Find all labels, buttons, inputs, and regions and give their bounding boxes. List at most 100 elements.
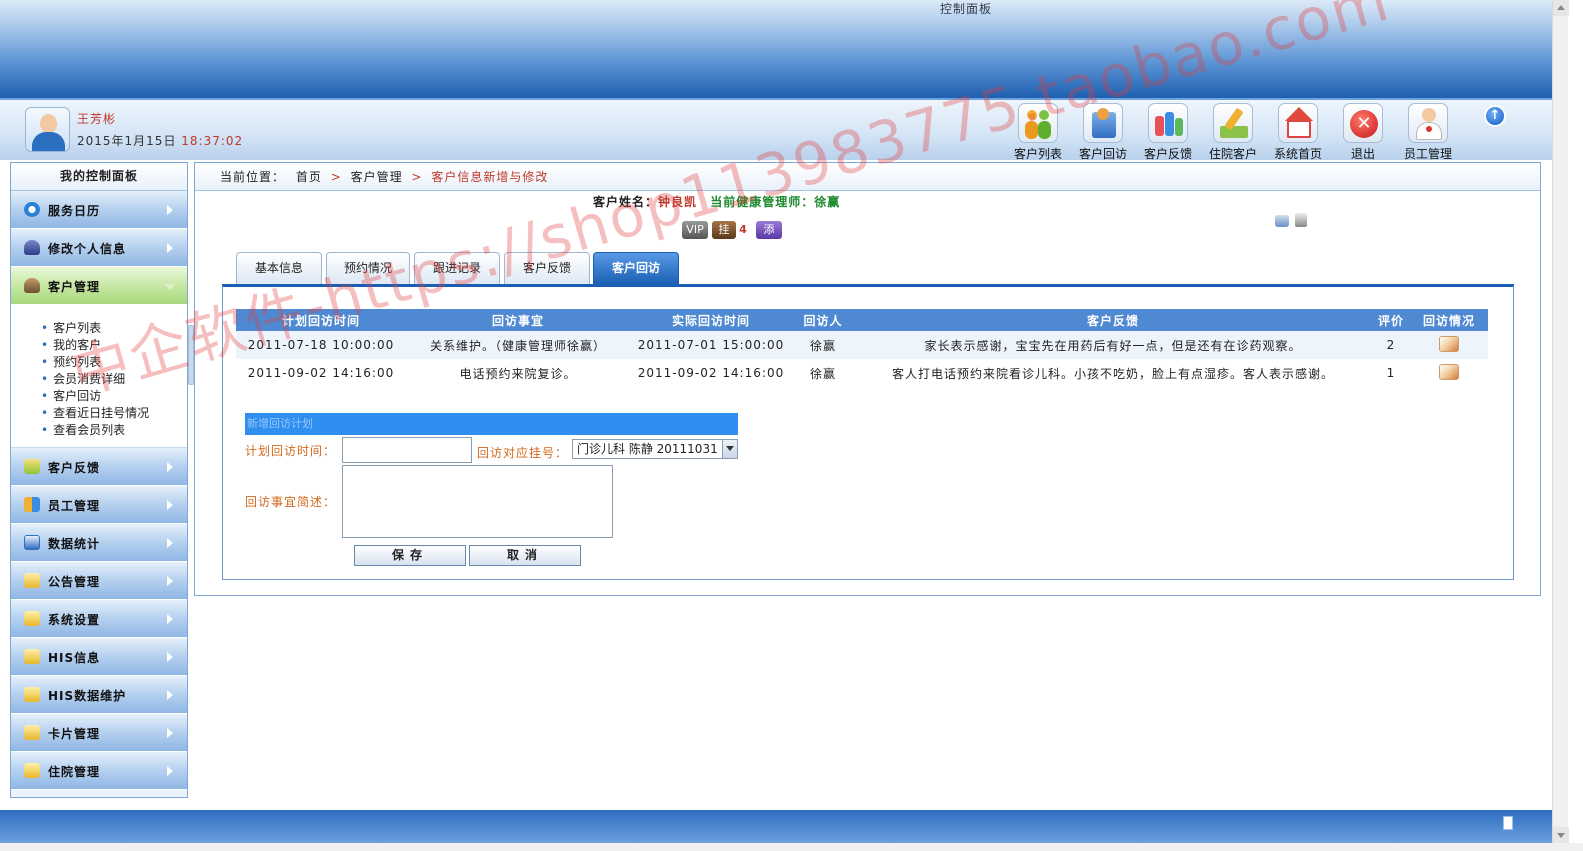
menu-staff-management[interactable]: 员工管理 <box>11 486 187 524</box>
horizontal-scrollbar[interactable] <box>0 843 1583 851</box>
cancel-button[interactable]: 取消 <box>469 545 581 566</box>
add-badge[interactable]: 添 <box>756 221 782 239</box>
table-row[interactable]: 2011-07-18 10:00:00 关系维护。（健康管理师徐赢） 2011-… <box>236 331 1488 359</box>
chevron-down-icon[interactable] <box>722 440 737 458</box>
breadcrumb-section[interactable]: 客户管理 <box>351 170 403 184</box>
submenu-recent-registrations[interactable]: 查看近日挂号情况 <box>41 404 187 421</box>
toolbar-customer-list-button[interactable]: 客户列表 <box>1008 103 1068 161</box>
home-icon <box>1278 103 1318 143</box>
toolbar-inpatient-button[interactable]: 住院客户 <box>1203 103 1263 161</box>
menu-service-calendar[interactable]: 服务日历 <box>11 191 187 229</box>
folder-icon <box>24 725 40 740</box>
breadcrumb: 当前位置： 首页 > 客户管理 > 客户信息新增与修改 <box>195 163 1540 191</box>
menu-announcements[interactable]: 公告管理 <box>11 562 187 600</box>
submenu-member-consumption[interactable]: 会员消费详细 <box>41 370 187 387</box>
scroll-top-icon[interactable]: ↑ <box>1484 105 1506 127</box>
menu-customer-management[interactable]: 客户管理 <box>11 267 187 305</box>
staff-icon <box>24 497 40 512</box>
submenu-appointments[interactable]: 预约列表 <box>41 353 187 370</box>
phone-icon[interactable] <box>1295 213 1307 227</box>
registration-select[interactable]: 门诊儿科 陈静 20111031 <box>572 439 738 459</box>
close-icon: ✕ <box>1343 103 1383 143</box>
menu-edit-profile[interactable]: 修改个人信息 <box>11 229 187 267</box>
description-label: 回访事宜简述： <box>245 495 337 509</box>
edit-icon[interactable] <box>1439 335 1459 352</box>
status-icon <box>1503 816 1513 830</box>
plan-time-label: 计划回访时间： <box>245 444 337 458</box>
user-edit-icon <box>24 240 40 255</box>
user-bar: 王芳彬 2015年1月15日 18:37:02 客户列表 客户回访 客户反馈 住… <box>0 98 1552 161</box>
col-actual-time: 实际回访时间 <box>630 309 792 331</box>
col-feedback: 客户反馈 <box>854 309 1372 331</box>
people-icon <box>1018 103 1058 143</box>
tab-follow-up[interactable]: 跟进记录 <box>414 252 500 284</box>
col-visitor: 回访人 <box>792 309 854 331</box>
col-visit-matter: 回访事宜 <box>406 309 630 331</box>
toolbar-exit-button[interactable]: ✕ 退出 <box>1333 103 1393 161</box>
clock-icon <box>24 202 40 217</box>
sidebar-title: 我的控制面板 <box>11 163 187 191</box>
menu-his-info[interactable]: HIS信息 <box>11 638 187 676</box>
breadcrumb-home[interactable]: 首页 <box>296 170 322 184</box>
current-time: 18:37:02 <box>181 134 244 148</box>
chart-icon <box>24 535 40 550</box>
submenu-my-customers[interactable]: 我的客户 <box>41 336 187 353</box>
tab-feedback[interactable]: 客户反馈 <box>504 252 590 284</box>
customer-info: 客户姓名：钟良凯 当前健康管理师：徐赢 <box>593 195 841 209</box>
col-visit-status: 回访情况 <box>1410 309 1488 331</box>
col-rating: 评价 <box>1372 309 1410 331</box>
submenu-member-list[interactable]: 查看会员列表 <box>41 421 187 438</box>
description-textarea[interactable] <box>342 465 613 538</box>
menu-card-management[interactable]: 卡片管理 <box>11 714 187 752</box>
form-header: 新增回访计划 <box>245 413 738 435</box>
registration-label: 回访对应挂号： <box>477 446 569 460</box>
current-date: 2015年1月15日 <box>77 134 177 148</box>
folder-icon <box>24 687 40 702</box>
register-badge[interactable]: 挂 <box>712 221 736 239</box>
folder-icon <box>24 763 40 778</box>
main-panel: 当前位置： 首页 > 客户管理 > 客户信息新增与修改 客户姓名：钟良凯 当前健… <box>194 162 1541 596</box>
breadcrumb-current: 客户信息新增与修改 <box>431 170 549 184</box>
user-name: 王芳彬 <box>77 112 117 126</box>
book-icon <box>1083 103 1123 143</box>
table-row[interactable]: 2011-09-02 14:16:00 电话预约来院复诊。 2011-09-02… <box>236 359 1488 387</box>
feedback-icon <box>24 459 40 474</box>
submenu-customer-list[interactable]: 客户列表 <box>41 319 187 336</box>
menu-system-settings[interactable]: 系统设置 <box>11 600 187 638</box>
plan-time-input[interactable] <box>342 437 472 463</box>
menu-inpatient-management[interactable]: 住院管理 <box>11 752 187 790</box>
tab-panel: 计划回访时间 回访事宜 实际回访时间 回访人 客户反馈 评价 回访情况 2011… <box>222 284 1514 580</box>
send-sms-icon[interactable] <box>1275 215 1289 227</box>
edit-icon[interactable] <box>1439 363 1459 380</box>
toolbar-home-button[interactable]: 系统首页 <box>1268 103 1328 161</box>
register-count: 4 <box>739 223 747 236</box>
tab-basic-info[interactable]: 基本信息 <box>236 252 322 284</box>
tab-customer-visit[interactable]: 客户回访 <box>593 252 679 284</box>
scroll-up-button[interactable] <box>1553 0 1569 16</box>
feedback-icon <box>1148 103 1188 143</box>
small-tools[interactable] <box>1273 211 1313 233</box>
folder-icon <box>24 611 40 626</box>
doctor-icon <box>1408 103 1448 143</box>
folder-icon <box>24 649 40 664</box>
toolbar-customer-feedback-button[interactable]: 客户反馈 <box>1138 103 1198 161</box>
sidebar: 我的控制面板 服务日历 修改个人信息 客户管理 客户列表 我的客户 预约列表 会… <box>10 162 188 798</box>
menu-statistics[interactable]: 数据统计 <box>11 524 187 562</box>
tab-appointments[interactable]: 预约情况 <box>326 252 410 284</box>
col-plan-time: 计划回访时间 <box>236 309 406 331</box>
pencil-icon <box>1213 103 1253 143</box>
vertical-scrollbar[interactable] <box>1552 0 1569 843</box>
banner-title: 控制面板 <box>940 2 993 16</box>
toolbar-customer-visit-button[interactable]: 客户回访 <box>1073 103 1133 161</box>
save-button[interactable]: 保存 <box>354 545 466 566</box>
scroll-down-button[interactable] <box>1553 827 1569 843</box>
folder-icon <box>24 573 40 588</box>
menu-his-maintenance[interactable]: HIS数据维护 <box>11 676 187 714</box>
submenu-customer-visit[interactable]: 客户回访 <box>41 387 187 404</box>
toolbar-staff-button[interactable]: 员工管理 <box>1398 103 1458 161</box>
table-header-row: 计划回访时间 回访事宜 实际回访时间 回访人 客户反馈 评价 回访情况 <box>236 309 1488 331</box>
vip-badge[interactable]: VIP <box>682 221 708 239</box>
menu-customer-feedback[interactable]: 客户反馈 <box>11 448 187 486</box>
customer-submenu: 客户列表 我的客户 预约列表 会员消费详细 客户回访 查看近日挂号情况 查看会员… <box>11 305 187 448</box>
avatar <box>25 107 70 152</box>
